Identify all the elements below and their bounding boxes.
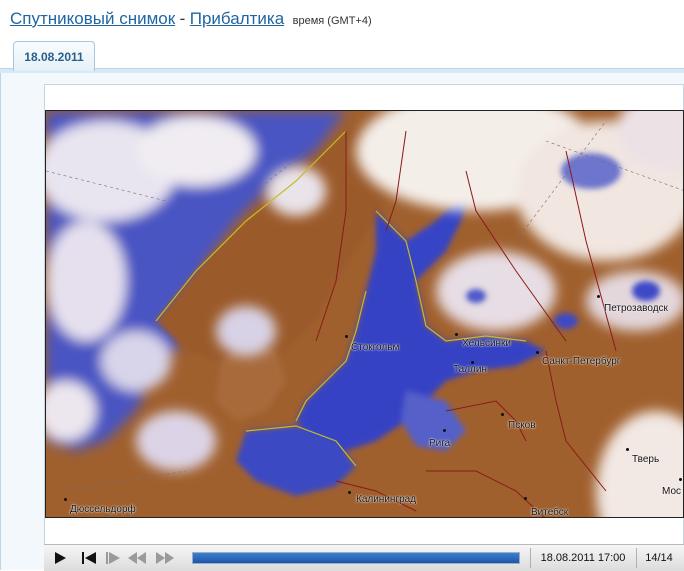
city-label-kaliningrad: Калининград [356,494,417,505]
fast-forward-button[interactable] [154,549,176,567]
city-label-tver: Тверь [632,454,660,465]
tab-date[interactable]: 18.08.2011 [13,41,95,71]
city-label-helsinki: Хельсинки [462,338,512,349]
step-forward-icon [106,552,120,564]
city-label-petrozavodsk: Петрозаводск [604,303,668,314]
city-label-moscow: Мос [662,486,682,497]
step-back-button[interactable] [78,549,100,567]
city-label-pskov: Псков [508,420,536,431]
city-label-dusseldorf: Дюссельдорф [70,504,136,515]
frame-datetime: 18.08.2011 17:00 [530,548,635,568]
city-dot [679,478,682,481]
player-controls: 18.08.2011 17:00 14/14 [44,544,684,571]
step-forward-button[interactable] [102,549,124,567]
city-dot [443,429,446,432]
rewind-button[interactable] [126,549,148,567]
timeline-progress-fill [193,553,519,563]
city-dot [64,498,67,501]
city-dot [348,491,351,494]
city-dot [524,497,527,500]
satellite-image-link[interactable]: Спутниковый снимок [10,9,175,28]
city-dot [501,413,504,416]
city-label-saint-petersburg: Санкт-Петербург [542,356,621,367]
city-dot [597,295,600,298]
play-icon [55,552,66,564]
city-dot [626,448,629,451]
satellite-map: Петрозаводск Стокгольм Хельсинки Санкт-П… [45,110,684,518]
timezone-label: время (GMT+4) [292,15,372,27]
satellite-map-image [46,111,683,517]
city-label-riga: Рига [429,438,451,449]
step-back-icon [82,552,96,564]
city-dot [345,335,348,338]
city-dot [455,333,458,336]
city-dot [536,351,539,354]
page-header: Спутниковый снимок - Прибалтика время (G… [10,9,372,33]
fast-forward-icon [156,552,174,564]
city-label-tallinn: Таллин [453,364,487,375]
region-link[interactable]: Прибалтика [190,9,284,28]
city-label-vitebsk: Витебск [531,507,569,518]
play-button[interactable] [49,549,71,567]
frame-counter: 14/14 [636,548,681,568]
timeline-progress[interactable] [192,552,520,564]
rewind-icon [128,552,146,564]
city-label-stockholm: Стокгольм [351,342,400,353]
title-separator: - [179,9,186,28]
